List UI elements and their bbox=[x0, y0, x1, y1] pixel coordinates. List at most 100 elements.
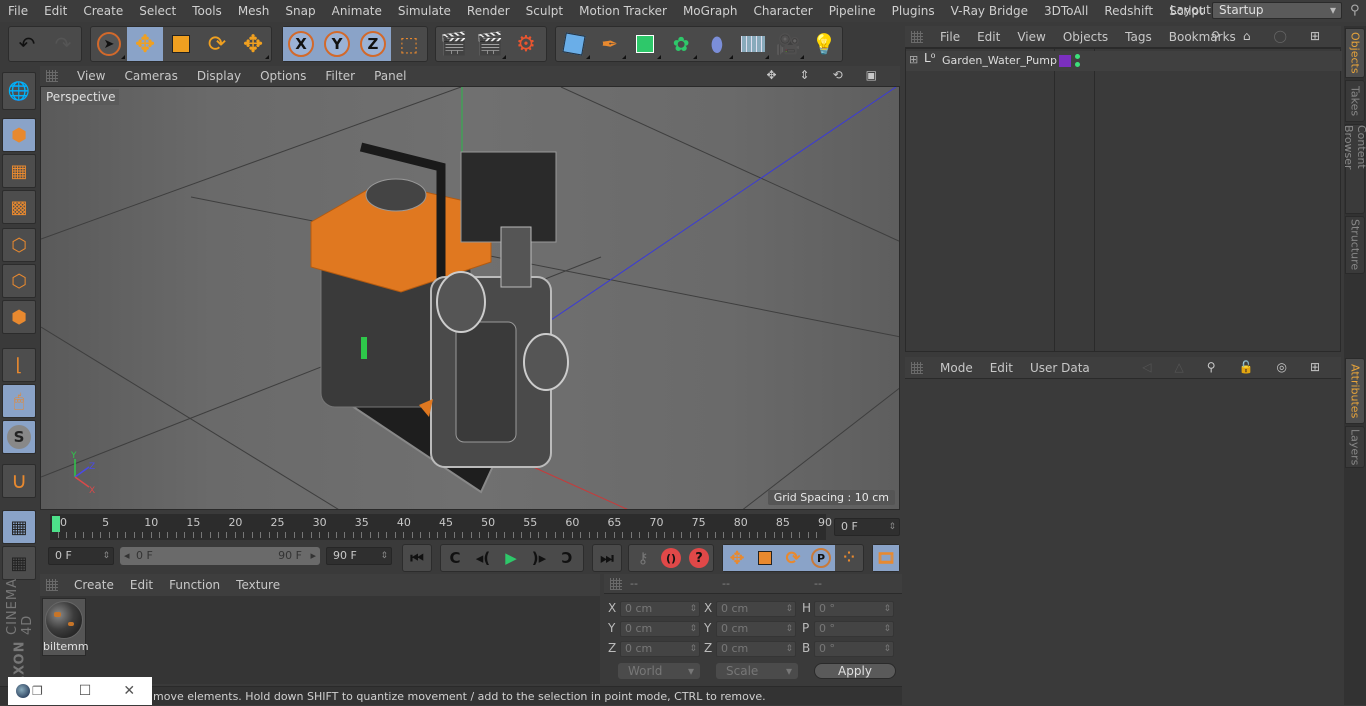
menu-motion-tracker[interactable]: Motion Tracker bbox=[571, 4, 675, 18]
solo-button[interactable]: S bbox=[2, 420, 36, 454]
tweak-mode-button[interactable]: 🖱 bbox=[2, 384, 36, 418]
y-axis-button[interactable]: Y bbox=[319, 27, 355, 61]
render-settings-button[interactable]: ⚙ bbox=[508, 27, 544, 61]
menu-pipeline[interactable]: Pipeline bbox=[821, 4, 884, 18]
model-mode-button[interactable]: ⬢ bbox=[2, 118, 36, 152]
workplane-lock-button[interactable]: ▦ bbox=[2, 510, 36, 544]
next-key-button[interactable]: Ↄ bbox=[553, 545, 581, 571]
end-frame-field[interactable]: 90 F bbox=[326, 547, 392, 565]
pos-z-field[interactable]: 0 cm bbox=[620, 641, 700, 657]
workplane-align-button[interactable]: ▦ bbox=[2, 546, 36, 580]
transform-tool-button[interactable]: ✥ bbox=[235, 27, 271, 61]
layout-dropdown[interactable]: Startup bbox=[1212, 2, 1342, 19]
menu-sculpt[interactable]: Sculpt bbox=[518, 4, 571, 18]
material-menu-function[interactable]: Function bbox=[169, 578, 220, 592]
move-tool-button[interactable]: ✥ bbox=[127, 27, 163, 61]
3d-viewport[interactable]: Perspective Y Z X Grid Spacing : 10 cm bbox=[40, 86, 900, 510]
menu-file[interactable]: File bbox=[0, 4, 36, 18]
menu-select[interactable]: Select bbox=[131, 4, 184, 18]
coord-size-dropdown[interactable]: Scale bbox=[716, 663, 798, 679]
panel-grip-icon[interactable] bbox=[46, 579, 58, 591]
viewport-menu-panel[interactable]: Panel bbox=[374, 69, 406, 83]
pan-icon[interactable]: ✥ bbox=[766, 68, 776, 82]
size-x-field[interactable]: 0 cm bbox=[716, 601, 796, 617]
search-icon[interactable]: ⚲ bbox=[1350, 3, 1360, 18]
range-right-arrow-icon[interactable]: ▸ bbox=[310, 549, 316, 562]
goto-start-button[interactable]: ⏮ bbox=[403, 545, 431, 571]
menu-tools[interactable]: Tools bbox=[184, 4, 230, 18]
key-pla-button[interactable]: ⁘ bbox=[835, 545, 863, 571]
apply-button[interactable]: Apply bbox=[814, 663, 896, 679]
render-view-button[interactable]: 🎬 bbox=[436, 27, 472, 61]
material-swatch[interactable]: biltemm bbox=[42, 598, 89, 656]
attributes-menu-edit[interactable]: Edit bbox=[990, 361, 1013, 375]
maximize-icon[interactable]: ☐ bbox=[79, 683, 92, 699]
undo-button[interactable]: ↶ bbox=[9, 27, 45, 61]
coordinate-system-button[interactable]: ⬚ bbox=[391, 27, 427, 61]
size-y-field[interactable]: 0 cm bbox=[716, 621, 796, 637]
up-arrow-icon[interactable]: △ bbox=[1174, 360, 1183, 374]
size-z-field[interactable]: 0 cm bbox=[716, 641, 796, 657]
render-visibility-dot[interactable] bbox=[1075, 62, 1080, 67]
coord-mode-dropdown[interactable]: World bbox=[618, 663, 700, 679]
frame-range-slider[interactable]: ◂ 0 F 90 F ▸ bbox=[120, 547, 320, 565]
cloner-button[interactable]: ✿ bbox=[663, 27, 699, 61]
material-menu-texture[interactable]: Texture bbox=[236, 578, 280, 592]
key-rotation-button[interactable]: ⟳ bbox=[779, 545, 807, 571]
menu-vray-bridge[interactable]: V-Ray Bridge bbox=[943, 4, 1036, 18]
key-parameter-button[interactable]: P bbox=[807, 545, 835, 571]
menu-mesh[interactable]: Mesh bbox=[230, 4, 278, 18]
new-window-icon[interactable]: ⊞ bbox=[1310, 29, 1320, 43]
tab-takes[interactable]: Takes bbox=[1345, 80, 1365, 122]
restore-icon[interactable]: ❐ bbox=[32, 684, 43, 698]
orbit-icon[interactable]: ⟲ bbox=[833, 68, 843, 82]
key-position-button[interactable]: ✥ bbox=[723, 545, 751, 571]
objects-menu-edit[interactable]: Edit bbox=[977, 30, 1000, 44]
snap-button[interactable]: ∪ bbox=[2, 464, 36, 498]
menu-redshift[interactable]: Redshift bbox=[1096, 4, 1161, 18]
z-axis-button[interactable]: Z bbox=[355, 27, 391, 61]
object-name[interactable]: Garden_Water_Pump bbox=[942, 54, 1057, 67]
subdivision-button[interactable] bbox=[628, 27, 664, 61]
menu-animate[interactable]: Animate bbox=[324, 4, 390, 18]
light-button[interactable]: 💡 bbox=[806, 27, 842, 61]
menu-plugins[interactable]: Plugins bbox=[884, 4, 943, 18]
pen-button[interactable]: ✒ bbox=[592, 27, 628, 61]
workplane-mode-button[interactable]: ▩ bbox=[2, 190, 36, 224]
key-scale-button[interactable] bbox=[751, 545, 779, 571]
menu-snap[interactable]: Snap bbox=[277, 4, 323, 18]
editor-visibility-dot[interactable] bbox=[1075, 54, 1080, 59]
panel-grip-icon[interactable] bbox=[911, 30, 923, 43]
edges-mode-button[interactable]: ⬡ bbox=[2, 264, 36, 298]
eye-icon[interactable]: ◯ bbox=[1274, 29, 1287, 43]
scale-tool-button[interactable] bbox=[163, 27, 199, 61]
material-menu-edit[interactable]: Edit bbox=[130, 578, 153, 592]
rot-b-field[interactable]: 0 ° bbox=[814, 641, 894, 657]
texture-mode-button[interactable]: ▦ bbox=[2, 154, 36, 188]
garden-water-pump-model[interactable] bbox=[310, 142, 569, 494]
timeline-ruler[interactable]: 0 5 10 15 20 25 30 35 40 45 50 55 60 65 70 75 80 85 90 bbox=[50, 514, 832, 540]
menu-3dtoall[interactable]: 3DToAll bbox=[1036, 4, 1096, 18]
viewport-menu-options[interactable]: Options bbox=[260, 69, 306, 83]
record-button[interactable]: () bbox=[657, 545, 685, 571]
viewport-menu-view[interactable]: View bbox=[77, 69, 105, 83]
key-selection-button[interactable]: ⚷ bbox=[629, 545, 657, 571]
deformer-button[interactable]: ⬮ bbox=[699, 27, 735, 61]
object-row[interactable]: ⊞ Ⅼ⁰ Garden_Water_Pump bbox=[906, 51, 1342, 71]
camera-label[interactable]: Perspective bbox=[43, 89, 119, 105]
maximize-view-icon[interactable]: ▣ bbox=[866, 68, 877, 82]
cube-button[interactable] bbox=[556, 27, 592, 61]
panel-grip-icon[interactable] bbox=[46, 70, 58, 82]
polygons-mode-button[interactable]: ⬢ bbox=[2, 300, 36, 334]
objects-menu-view[interactable]: View bbox=[1017, 30, 1045, 44]
rotate-tool-button[interactable]: ⟳ bbox=[199, 27, 235, 61]
panel-grip-icon[interactable] bbox=[610, 578, 622, 590]
range-left-arrow-icon[interactable]: ◂ bbox=[124, 549, 130, 562]
camera-button[interactable]: 🎥 bbox=[771, 27, 807, 61]
tab-layers[interactable]: Layers bbox=[1345, 426, 1365, 468]
current-frame-field[interactable]: 0 F bbox=[834, 518, 900, 536]
autokey-button[interactable]: ? bbox=[685, 545, 713, 571]
search-icon[interactable]: ⚲ bbox=[1211, 29, 1220, 43]
viewport-menu-cameras[interactable]: Cameras bbox=[124, 69, 177, 83]
pos-x-field[interactable]: 0 cm bbox=[620, 601, 700, 617]
